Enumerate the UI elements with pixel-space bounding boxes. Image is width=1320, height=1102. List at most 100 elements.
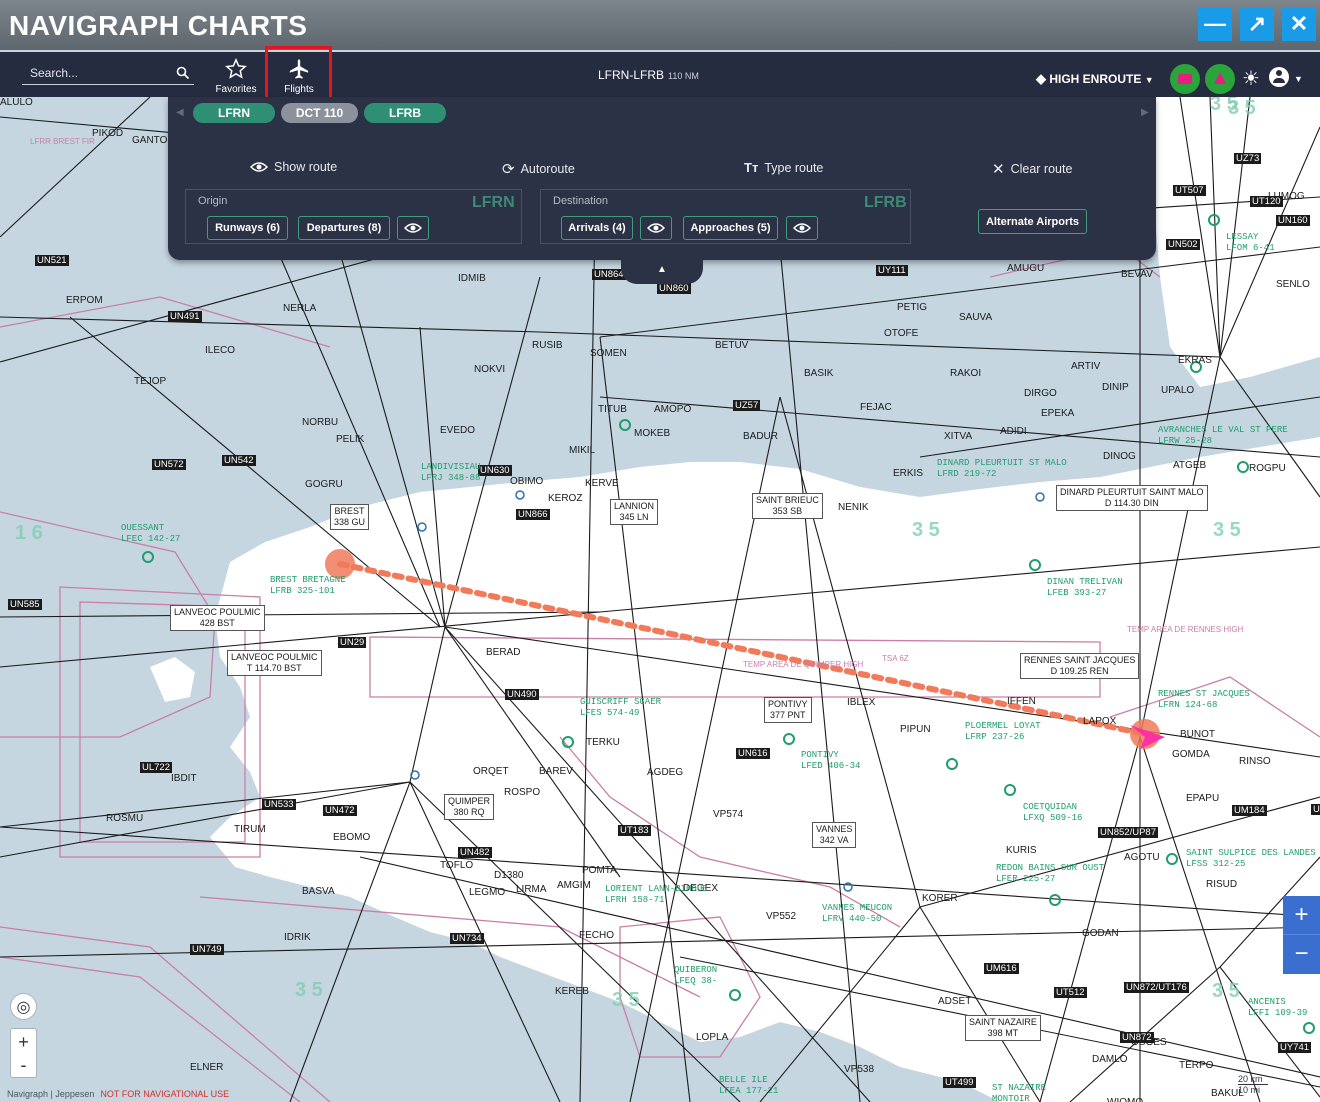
airway-label: UN852/UP87 xyxy=(1098,827,1158,838)
collapse-panel-button[interactable]: ▲ xyxy=(621,255,703,284)
arrivals-button[interactable]: Arrivals (4) xyxy=(561,216,633,240)
show-route-button[interactable]: Show route xyxy=(250,160,337,174)
route-title: LFRN-LFRB 110 NM xyxy=(598,68,699,82)
airport-info: LFXQ 509-16 xyxy=(1023,813,1083,823)
airport-name: BREST BRETAGNE xyxy=(270,575,346,585)
navaid-box: LANNION 345 LN xyxy=(610,499,659,525)
navaid-box: SAINT NAZAIRE 398 MT xyxy=(965,1015,1041,1041)
fix-label: BETUV xyxy=(715,340,749,351)
approaches-button[interactable]: Approaches (5) xyxy=(683,216,778,240)
search-input[interactable] xyxy=(30,66,170,80)
area-label: LFRR BREST FIR xyxy=(30,137,95,146)
airport-name: OUESSANT xyxy=(121,523,165,533)
zoom-in-button[interactable]: + xyxy=(1283,896,1320,935)
fix-label: ROSMU xyxy=(106,813,144,824)
refresh-icon: ⟳ xyxy=(502,161,515,178)
altitude-mark: 3 5 xyxy=(912,519,940,541)
search-icon[interactable] xyxy=(176,66,190,80)
airport-info: LFSS 312-25 xyxy=(1186,859,1246,869)
fix-label: BASIK xyxy=(804,368,834,379)
fix-label: IFFEN xyxy=(1007,696,1036,707)
origin-eye-button[interactable] xyxy=(397,216,429,240)
airway-label: UN533 xyxy=(262,799,296,810)
airport-label: LORIENT LANN-BIHOUE LFRH 158-71 xyxy=(605,884,708,906)
search-box[interactable] xyxy=(22,63,194,85)
fix-label: TEJOP xyxy=(134,376,167,387)
airway-label: UN616 xyxy=(736,748,770,759)
airport-info: LFER 225-27 xyxy=(996,874,1056,884)
chips-scroll-left-icon[interactable]: ◀ xyxy=(176,107,184,118)
arrivals-eye-button[interactable] xyxy=(640,216,672,240)
type-route-label: Type route xyxy=(764,160,824,175)
fix-label: RUSIB xyxy=(532,340,563,351)
fix-label: ARTIV xyxy=(1071,361,1101,372)
zoom-out-button[interactable]: − xyxy=(1283,935,1320,973)
airway-label: UN160 xyxy=(1276,215,1310,226)
locate-button[interactable]: ◎ xyxy=(10,993,37,1020)
fix-label: NOKVI xyxy=(474,364,506,375)
navaid-name: LANVEOC POULMIC xyxy=(231,652,318,662)
fix-label: AMGIM xyxy=(557,880,591,891)
altitude-mark: 3 5 xyxy=(295,979,323,1001)
sun-icon[interactable]: ☀ xyxy=(1242,66,1260,91)
chips-scroll-right-icon[interactable]: ▶ xyxy=(1141,107,1149,118)
route-chip-2[interactable]: LFRB xyxy=(364,103,446,123)
airway-label: UT499 xyxy=(943,1077,976,1088)
fix-label: EBOMO xyxy=(333,832,371,843)
type-route-button[interactable]: Tт Type route xyxy=(744,160,823,175)
fix-label: EVEDO xyxy=(440,425,476,436)
navaid-frequency: 342 VA xyxy=(819,835,849,845)
route-chip-0[interactable]: LFRN xyxy=(193,103,275,123)
airway-label: UN482 xyxy=(458,847,492,858)
fix-label: TIRUM xyxy=(234,824,266,835)
fix-label: ADSET xyxy=(938,996,972,1007)
airport-info: LFRP 237-26 xyxy=(965,732,1025,742)
route-chip-1[interactable]: DCT 110 xyxy=(281,103,358,123)
popout-button[interactable]: ↗ xyxy=(1240,7,1274,41)
fix-label: ADIDI xyxy=(1000,426,1027,437)
airport-label: VANNES MEUCON LFRV 440-50 xyxy=(822,903,892,925)
zoom-out-icon[interactable]: - xyxy=(21,1054,27,1076)
user-menu-chevron-icon[interactable]: ▼ xyxy=(1294,74,1303,84)
autoroute-button[interactable]: ⟳ Autoroute xyxy=(502,160,575,178)
fix-label: RISUD xyxy=(1206,879,1238,890)
weather-toggle-icon[interactable] xyxy=(1170,64,1200,94)
navaid-name: QUIMPER xyxy=(448,796,491,806)
clear-route-button[interactable]: ✕ Clear route xyxy=(992,160,1072,178)
destination-title: Destination xyxy=(553,195,609,207)
navaid-box: RENNES SAINT JACQUES D 109.25 REN xyxy=(1020,653,1140,679)
airway-label: UM616 xyxy=(984,963,1019,974)
traffic-toggle-icon[interactable] xyxy=(1205,64,1235,94)
fix-label: MOKEB xyxy=(634,428,671,439)
fix-label: VP574 xyxy=(713,809,744,820)
fix-label: KORER xyxy=(922,893,958,904)
airport-info: LFEB 393-27 xyxy=(1047,588,1107,598)
fix-label: PELIK xyxy=(336,434,365,445)
fix-label: KERVE xyxy=(585,478,619,489)
approaches-eye-button[interactable] xyxy=(786,216,818,240)
zoom-in-icon[interactable]: + xyxy=(18,1030,29,1054)
favorites-button[interactable]: Favorites xyxy=(211,58,261,95)
user-icon[interactable] xyxy=(1269,67,1289,87)
title-bar: NAVIGRAPH CHARTS — ↗ ✕ xyxy=(0,0,1320,50)
airway-label: UT512 xyxy=(1054,987,1087,998)
fix-label: TERKU xyxy=(586,737,620,748)
minimize-button[interactable]: — xyxy=(1198,7,1232,41)
fix-label: ILECO xyxy=(205,345,236,356)
departures-button[interactable]: Departures (8) xyxy=(298,216,390,240)
chart-layer-select[interactable]: ◆ HIGH ENROUTE ▼ xyxy=(1036,71,1154,87)
chevron-down-icon: ▼ xyxy=(1144,75,1154,85)
runways-button[interactable]: Runways (6) xyxy=(207,216,288,240)
navaid-name: SAINT BRIEUC xyxy=(756,495,819,505)
navaid-name: SAINT NAZAIRE xyxy=(969,1017,1037,1027)
airport-info: LFEA 177-21 xyxy=(719,1086,779,1096)
show-route-label: Show route xyxy=(274,160,338,174)
navaid-box: SAINT BRIEUC 353 SB xyxy=(752,493,823,519)
fix-label: AMUGU xyxy=(1007,263,1045,274)
alternate-airports-button[interactable]: Alternate Airports xyxy=(978,209,1087,234)
airway-label: UT507 xyxy=(1173,185,1206,196)
close-button[interactable]: ✕ xyxy=(1282,7,1316,41)
fix-label: KEROZ xyxy=(548,493,583,504)
fix-label: ROSPO xyxy=(504,787,541,798)
airport-name: VANNES MEUCON xyxy=(822,903,893,913)
